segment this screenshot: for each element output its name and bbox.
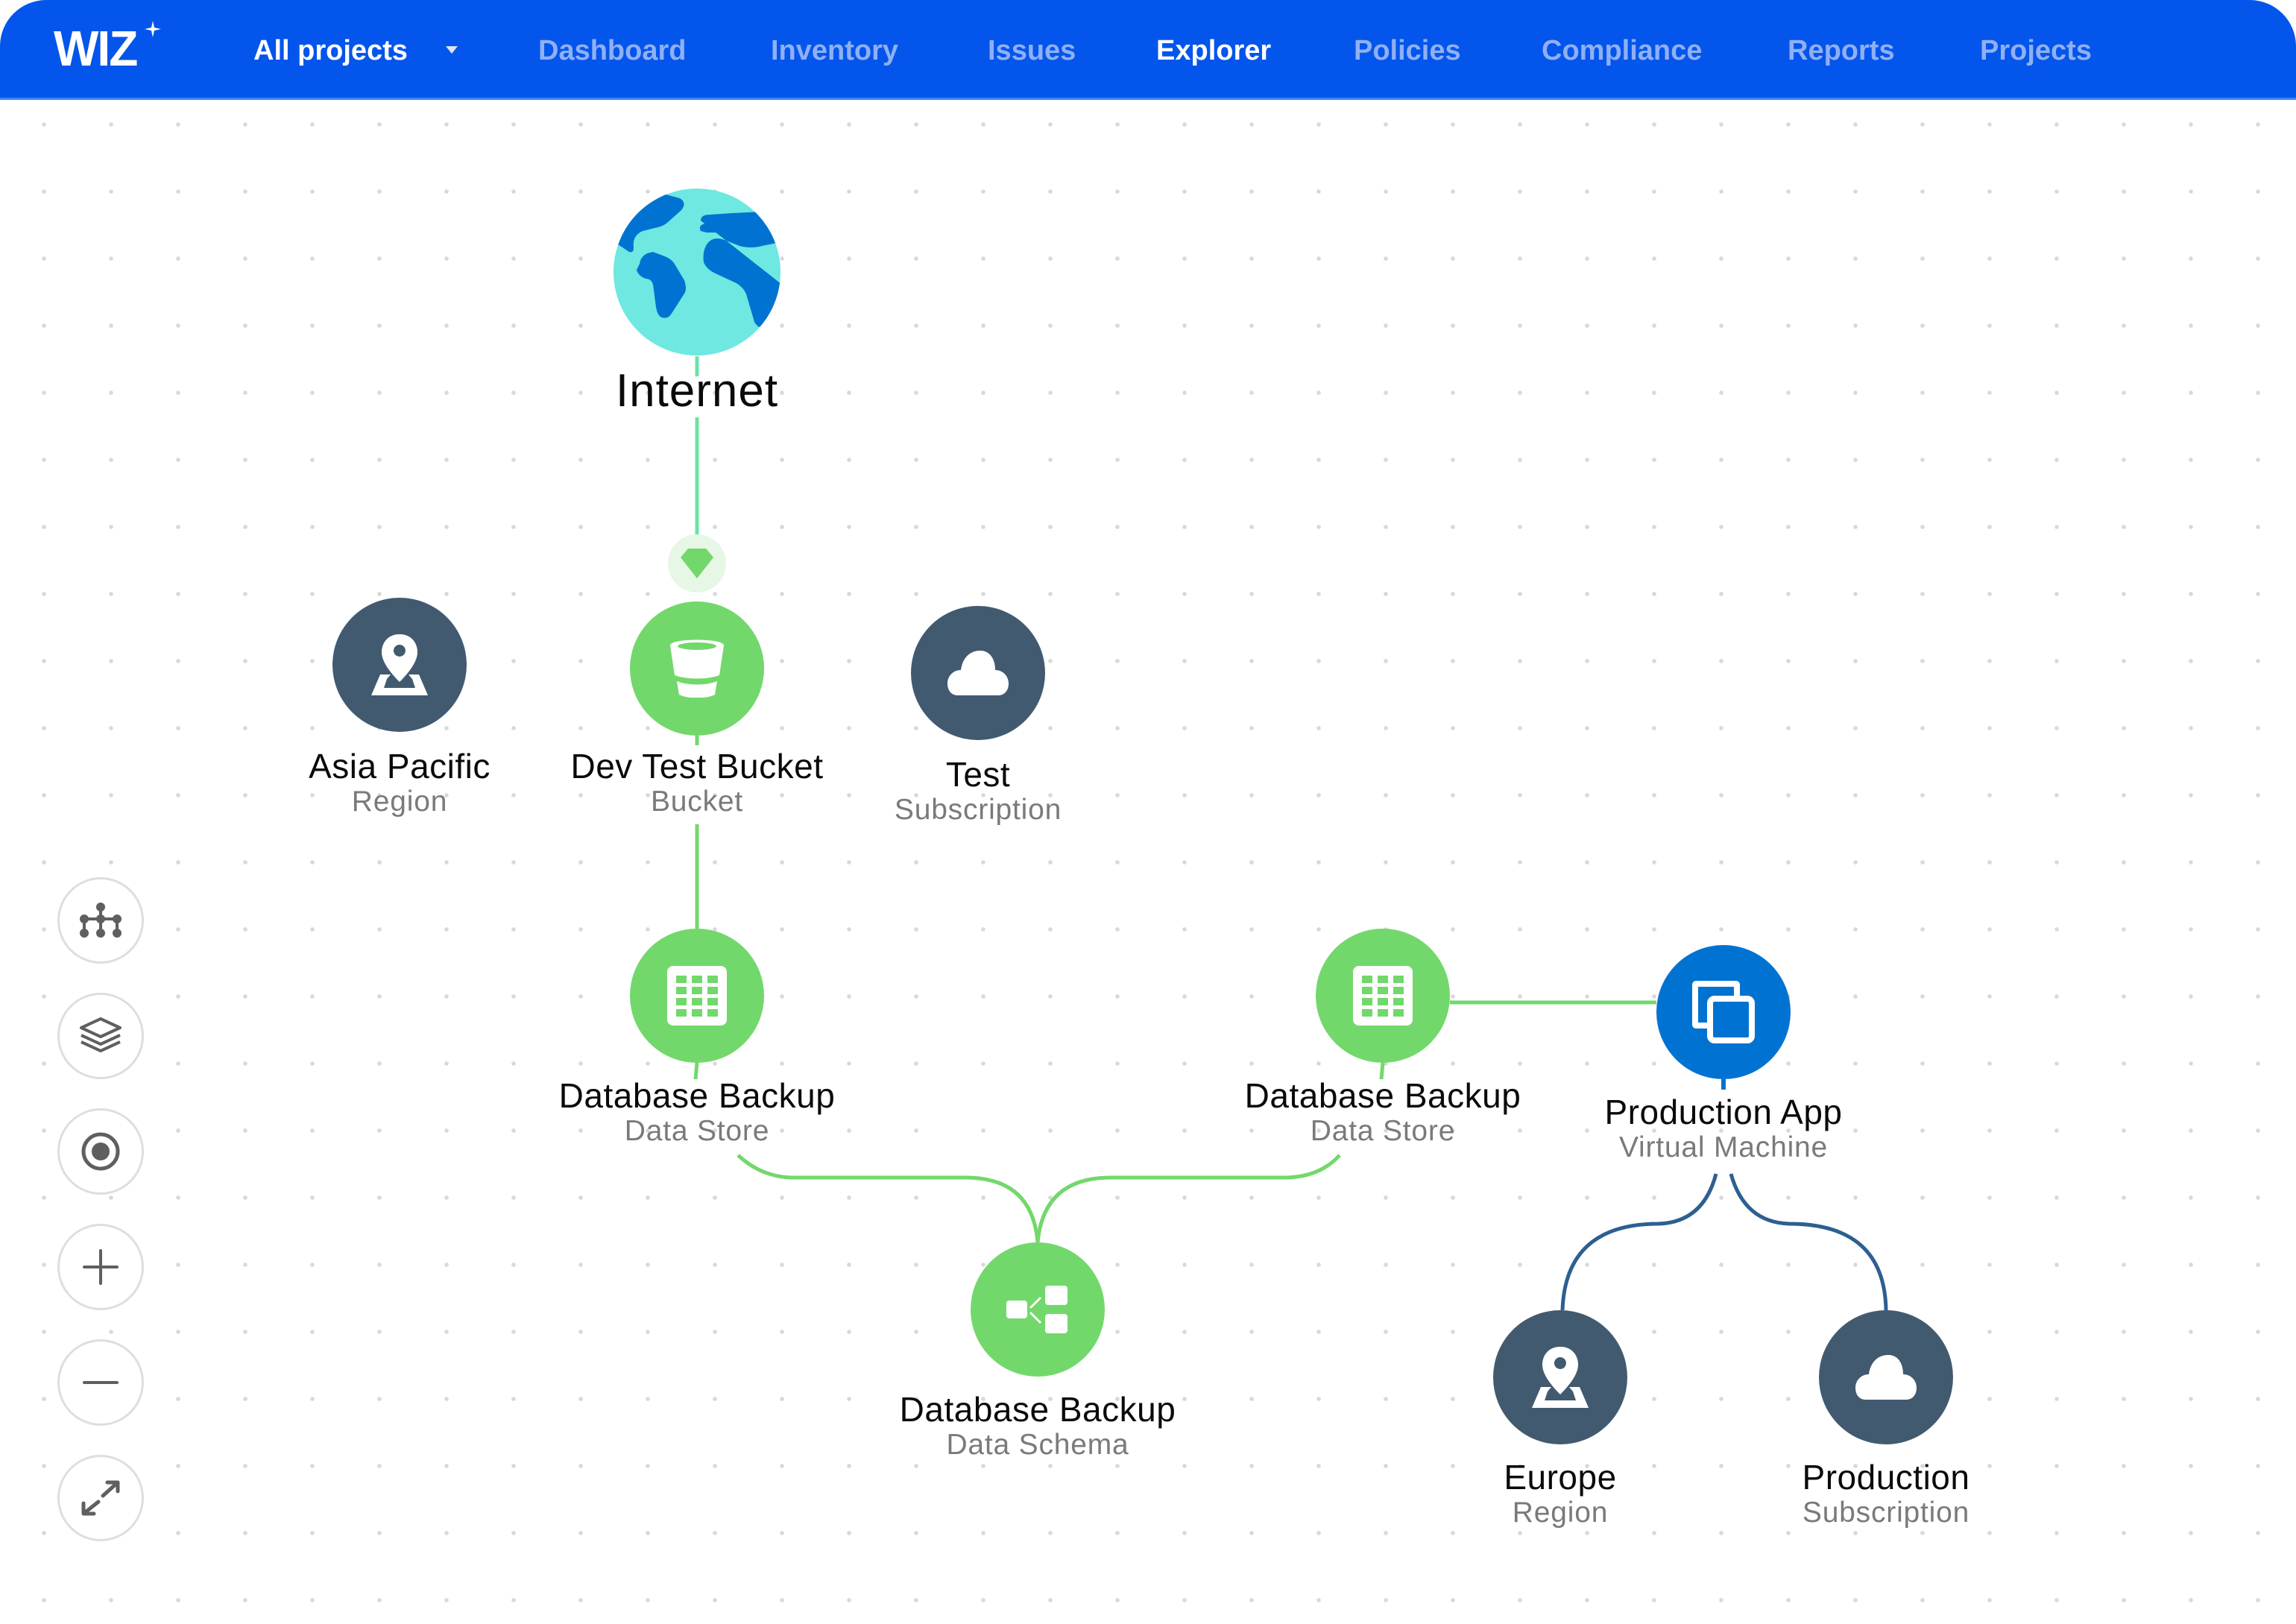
schema-icon (1006, 1286, 1067, 1333)
table-icon (1353, 966, 1413, 1026)
edge-vm-europe (1560, 1173, 1718, 1311)
node-subtitle: Data Store (1310, 1115, 1456, 1147)
table-icon (667, 966, 727, 1026)
layers-button[interactable] (57, 993, 144, 1079)
node-subtitle: Region (1512, 1497, 1609, 1529)
globe-icon[interactable] (613, 188, 781, 356)
target-icon (81, 1132, 120, 1171)
node-db-schema-label: Database Backup Data Schema (900, 1390, 1176, 1462)
node-test-label: Test Subscription (895, 755, 1062, 827)
plus-icon (83, 1249, 119, 1285)
fit-screen-button[interactable] (57, 1455, 144, 1541)
node-title: Production (1802, 1458, 1970, 1497)
edge-vm-production (1729, 1173, 1888, 1311)
node-production-label: Production Subscription (1803, 1458, 1970, 1529)
map-pin-icon (371, 634, 428, 695)
internet-label: Internet (616, 365, 778, 417)
node-subtitle: Subscription (894, 794, 1062, 826)
cloud-icon (1855, 1355, 1917, 1400)
node-asia-pacific-label: Asia Pacific Region (309, 747, 491, 818)
node-db-backup-right[interactable] (1316, 929, 1450, 1063)
node-db-backup-right-label: Database Backup Data Store (1245, 1076, 1521, 1148)
focus-button[interactable] (57, 1108, 144, 1195)
edge-db-left-schema (737, 1154, 1040, 1243)
node-europe[interactable] (1493, 1310, 1627, 1444)
zoom-out-button[interactable] (57, 1339, 144, 1426)
hierarchy-icon (80, 903, 122, 938)
node-title: Europe (1504, 1458, 1617, 1497)
minus-icon (83, 1381, 119, 1384)
node-production-app-label: Production App Virtual Machine (1604, 1093, 1842, 1164)
node-europe-label: Europe Region (1504, 1458, 1616, 1529)
layers-icon (80, 1017, 122, 1052)
node-subtitle: Data Store (624, 1115, 770, 1147)
node-subtitle: Region (351, 786, 448, 818)
node-asia-pacific[interactable] (332, 598, 467, 732)
vm-icon (1692, 981, 1755, 1043)
node-title: Test (945, 755, 1011, 794)
node-title: Internet (615, 365, 779, 417)
node-dev-test-bucket[interactable] (630, 601, 764, 736)
node-dev-test-bucket-label: Dev Test Bucket Bucket (570, 747, 823, 818)
node-db-backup-left[interactable] (630, 929, 764, 1063)
node-production[interactable] (1819, 1310, 1953, 1444)
node-db-backup-left-label: Database Backup Data Store (559, 1076, 836, 1148)
edge-db-right-schema (1035, 1154, 1341, 1243)
node-title: Database Backup (899, 1390, 1176, 1429)
node-test[interactable] (911, 606, 1045, 740)
node-subtitle: Bucket (650, 786, 744, 818)
hierarchy-layout-button[interactable] (57, 877, 144, 964)
node-title: Production App (1604, 1093, 1843, 1131)
cloud-icon (947, 651, 1009, 695)
bucket-icon (670, 639, 724, 698)
node-subtitle: Subscription (1802, 1497, 1970, 1529)
exposure-badge[interactable] (668, 534, 726, 593)
node-subtitle: Virtual Machine (1618, 1131, 1829, 1163)
node-title: Dev Test Bucket (570, 747, 824, 786)
node-title: Database Backup (1244, 1076, 1521, 1115)
node-db-schema[interactable] (971, 1242, 1105, 1377)
node-title: Asia Pacific (309, 747, 491, 786)
node-subtitle: Data Schema (946, 1429, 1129, 1461)
node-title: Database Backup (558, 1076, 836, 1115)
expand-icon (81, 1480, 120, 1516)
node-production-app[interactable] (1656, 945, 1791, 1079)
map-pin-icon (1532, 1347, 1589, 1408)
zoom-in-button[interactable] (57, 1224, 144, 1310)
diamond-icon (681, 549, 713, 578)
